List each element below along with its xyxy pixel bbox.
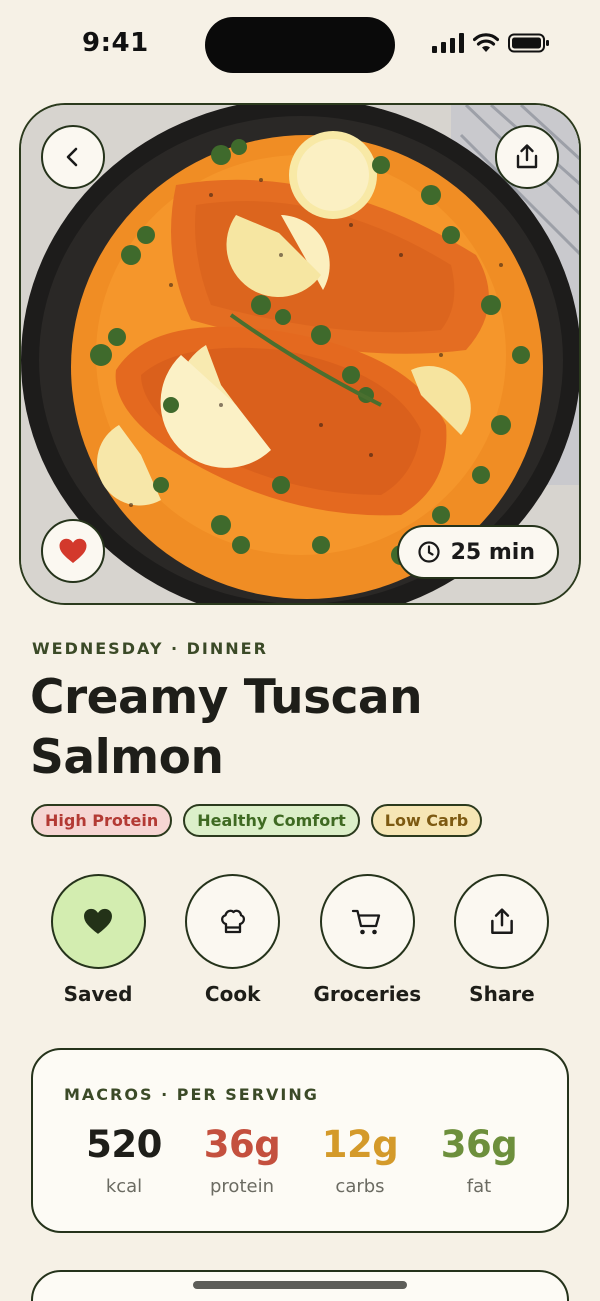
status-time: 9:41 <box>82 28 149 58</box>
chef-hat-icon <box>220 909 245 933</box>
heart-icon <box>59 538 87 563</box>
wifi-icon <box>473 33 499 52</box>
macro-value: 520 <box>86 1123 162 1166</box>
status-bar: 9:41 <box>0 0 600 90</box>
clock-icon <box>417 541 440 563</box>
chevron-left-icon <box>66 147 78 167</box>
cellular-signal-icon <box>432 33 464 53</box>
groceries-button[interactable] <box>319 874 415 969</box>
macro-value: 36g <box>440 1123 518 1166</box>
macro-protein: 36g protein <box>182 1122 302 1197</box>
cook-label: Cook <box>204 982 261 1006</box>
cook-time-text: 25 min <box>450 539 535 565</box>
cook-time-badge: 25 min <box>396 525 559 579</box>
tag-high-protein[interactable]: High Protein <box>31 804 173 837</box>
share-icon <box>516 144 538 169</box>
share-icon <box>491 907 513 934</box>
macro-fat: 36g fat <box>419 1122 539 1197</box>
macro-value: 12g <box>321 1123 399 1166</box>
battery-icon <box>508 33 549 53</box>
saved-action[interactable]: Saved <box>31 874 165 1006</box>
saved-label: Saved <box>63 982 133 1006</box>
groceries-label: Groceries <box>313 982 422 1006</box>
macro-unit: kcal <box>105 1176 143 1197</box>
macro-carbs: 12g carbs <box>300 1122 420 1197</box>
share-button[interactable] <box>495 125 559 189</box>
cook-action[interactable]: Cook <box>166 874 300 1006</box>
recipe-hero-image: 25 min <box>19 103 581 605</box>
favorite-button[interactable] <box>41 519 105 583</box>
macro-unit: carbs <box>335 1176 385 1197</box>
home-indicator[interactable] <box>193 1281 407 1289</box>
cart-icon <box>352 909 381 934</box>
groceries-action[interactable]: Groceries <box>300 874 434 1006</box>
macro-calories: 520 kcal <box>64 1122 184 1197</box>
macros-card: MACROS · PER SERVING 520 kcal 36g protei… <box>31 1048 569 1233</box>
meal-label: WEDNESDAY · DINNER <box>32 639 268 658</box>
tag-low-carb[interactable]: Low Carb <box>370 804 483 837</box>
macro-unit: protein <box>210 1176 274 1197</box>
share-label: Share <box>469 982 535 1006</box>
dynamic-island <box>205 17 395 73</box>
recipe-title: Creamy Tuscan Salmon <box>30 670 423 785</box>
macro-value: 36g <box>203 1123 281 1166</box>
saved-button[interactable] <box>50 874 146 969</box>
macro-unit: fat <box>466 1176 492 1197</box>
action-row: Saved Cook Groceries Share <box>31 874 569 1006</box>
back-button[interactable] <box>41 125 105 189</box>
heart-icon <box>84 908 112 934</box>
tag-list: High Protein Healthy Comfort Low Carb <box>31 804 483 837</box>
status-icons <box>432 33 550 53</box>
cook-button[interactable] <box>185 874 281 969</box>
macros-title: MACROS · PER SERVING <box>64 1085 319 1104</box>
tag-healthy-comfort[interactable]: Healthy Comfort <box>183 804 360 837</box>
share-recipe-button[interactable] <box>454 874 550 969</box>
share-action[interactable]: Share <box>435 874 569 1006</box>
